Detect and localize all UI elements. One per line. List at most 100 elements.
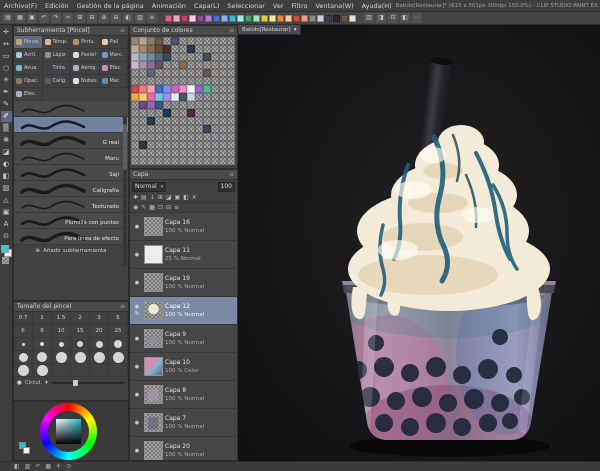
color-swatch[interactable] — [147, 53, 155, 61]
color-swatch[interactable] — [203, 141, 211, 149]
color-swatch[interactable] — [227, 109, 235, 117]
color-swatch[interactable] — [171, 61, 179, 69]
color-swatch[interactable] — [171, 37, 179, 45]
color-swatch[interactable] — [187, 101, 195, 109]
layer-row[interactable]: ◉ Capa 11 25 % Normal — [130, 241, 237, 269]
color-swatch[interactable] — [171, 149, 179, 157]
subtool-group-tab[interactable]: Efec. — [14, 88, 43, 101]
color-swatch[interactable] — [171, 69, 179, 77]
color-swatch[interactable] — [219, 37, 227, 45]
sub-color-chip[interactable] — [23, 447, 30, 454]
more-icon[interactable]: ⋯ — [412, 13, 422, 23]
menu-item-4[interactable]: Capa(L) — [190, 2, 223, 10]
color-swatch[interactable] — [219, 125, 227, 133]
color-swatch[interactable] — [187, 45, 195, 53]
color-swatch[interactable] — [163, 85, 171, 93]
color-swatch[interactable] — [179, 69, 187, 77]
layer-row[interactable]: ◉ Capa 19 100 % Normal — [130, 269, 237, 297]
color-swatch[interactable] — [195, 117, 203, 125]
brush-size-option[interactable] — [90, 338, 109, 351]
color-swatch[interactable] — [187, 149, 195, 157]
menu-item-2[interactable]: Gestión de la página — [73, 2, 148, 10]
fg-bg-icon[interactable]: ◧ — [14, 463, 20, 470]
brush-size-option[interactable] — [14, 364, 33, 377]
canvas[interactable]: Batido[Restaurar] ▾ — [238, 25, 600, 461]
color-swatch[interactable] — [163, 117, 171, 125]
color-swatch[interactable] — [203, 77, 211, 85]
color-swatch[interactable] — [211, 77, 219, 85]
color-swatch[interactable] — [203, 53, 211, 61]
color-swatch[interactable] — [203, 125, 211, 133]
brush-size-option[interactable]: 10 — [52, 325, 71, 338]
grid-icon[interactable]: ▥ — [135, 13, 145, 23]
color-swatch[interactable] — [187, 157, 195, 165]
color-swatch[interactable] — [131, 69, 139, 77]
color-swatch[interactable] — [195, 77, 203, 85]
brush-tool[interactable]: ✐ — [0, 111, 12, 122]
color-swatch[interactable] — [131, 53, 139, 61]
move-tool[interactable]: ↔ — [1, 39, 12, 50]
color-swatch[interactable] — [171, 109, 179, 117]
airbrush-tool[interactable]: ▒ — [1, 123, 12, 134]
brush-size-option[interactable] — [109, 338, 128, 351]
subtool-group-tab[interactable]: Témp. — [42, 36, 71, 49]
brush-size-option[interactable] — [52, 338, 71, 351]
color-swatch[interactable] — [203, 109, 211, 117]
color-swatch[interactable] — [187, 133, 195, 141]
brush-item[interactable] — [14, 101, 128, 117]
layer-thumbnail[interactable] — [144, 245, 163, 264]
color-swatch[interactable] — [139, 77, 147, 85]
color-swatch[interactable] — [219, 141, 227, 149]
ruler-icon[interactable]: ▥ — [364, 13, 374, 23]
panel-menu-icon[interactable]: ≡ — [229, 170, 234, 179]
history-swatch[interactable] — [173, 14, 180, 22]
color-swatch[interactable] — [195, 101, 203, 109]
subtool-group-tab[interactable]: Efec. — [99, 62, 128, 75]
history-swatch[interactable] — [189, 14, 196, 22]
history-swatch[interactable] — [165, 14, 172, 22]
color-swatch[interactable] — [147, 149, 155, 157]
color-swatch[interactable] — [139, 45, 147, 53]
subtool-group-tab[interactable]: Tinta — [42, 62, 71, 75]
color-swatch[interactable] — [163, 37, 171, 45]
color-swatch[interactable] — [211, 141, 219, 149]
undo-icon[interactable]: ↶ — [39, 13, 49, 23]
brush-item[interactable]: G real — [14, 133, 128, 149]
color-swatch[interactable] — [219, 101, 227, 109]
color-swatch[interactable] — [227, 125, 235, 133]
color-swatch[interactable] — [155, 53, 163, 61]
cut-icon[interactable]: ✂ — [63, 13, 73, 23]
color-swatch[interactable] — [131, 125, 139, 133]
color-swatch[interactable] — [187, 109, 195, 117]
color-swatch[interactable] — [219, 149, 227, 157]
color-swatch[interactable] — [187, 125, 195, 133]
history-swatch[interactable] — [341, 14, 348, 22]
color-swatch[interactable] — [179, 133, 187, 141]
layer-thumbnail[interactable] — [144, 441, 163, 460]
history-swatch[interactable] — [301, 14, 308, 22]
color-swatch[interactable] — [163, 101, 171, 109]
history-swatch[interactable] — [221, 14, 228, 22]
clip-icon[interactable]: ◧ — [183, 194, 189, 201]
color-swatch[interactable] — [131, 61, 139, 69]
brush-size-slider[interactable] — [50, 380, 125, 386]
color-swatch[interactable] — [227, 93, 235, 101]
brush-size-option[interactable] — [33, 351, 52, 364]
color-swatch[interactable] — [163, 125, 171, 133]
brush-size-option[interactable]: 1 — [33, 312, 52, 325]
brush-size-option[interactable]: 5 — [109, 312, 128, 325]
brush-size-option[interactable]: 0.7 — [14, 312, 33, 325]
raster-icon[interactable]: ▦ — [149, 204, 155, 211]
color-swatch[interactable] — [195, 125, 203, 133]
color-swatch[interactable] — [219, 133, 227, 141]
color-swatch[interactable] — [211, 101, 219, 109]
transfer-down-icon[interactable]: ↓ — [150, 194, 155, 201]
layer-row[interactable]: ◉ ✎ Capa 12 100 % Normal — [130, 297, 237, 325]
color-swatch[interactable] — [147, 157, 155, 165]
menu-item-5[interactable]: Seleccionar — [223, 2, 269, 10]
history-swatch[interactable] — [269, 14, 276, 22]
scrollbar-thumb[interactable] — [123, 124, 127, 170]
color-swatch[interactable] — [219, 45, 227, 53]
color-swatch[interactable] — [211, 157, 219, 165]
color-swatch[interactable] — [131, 101, 139, 109]
